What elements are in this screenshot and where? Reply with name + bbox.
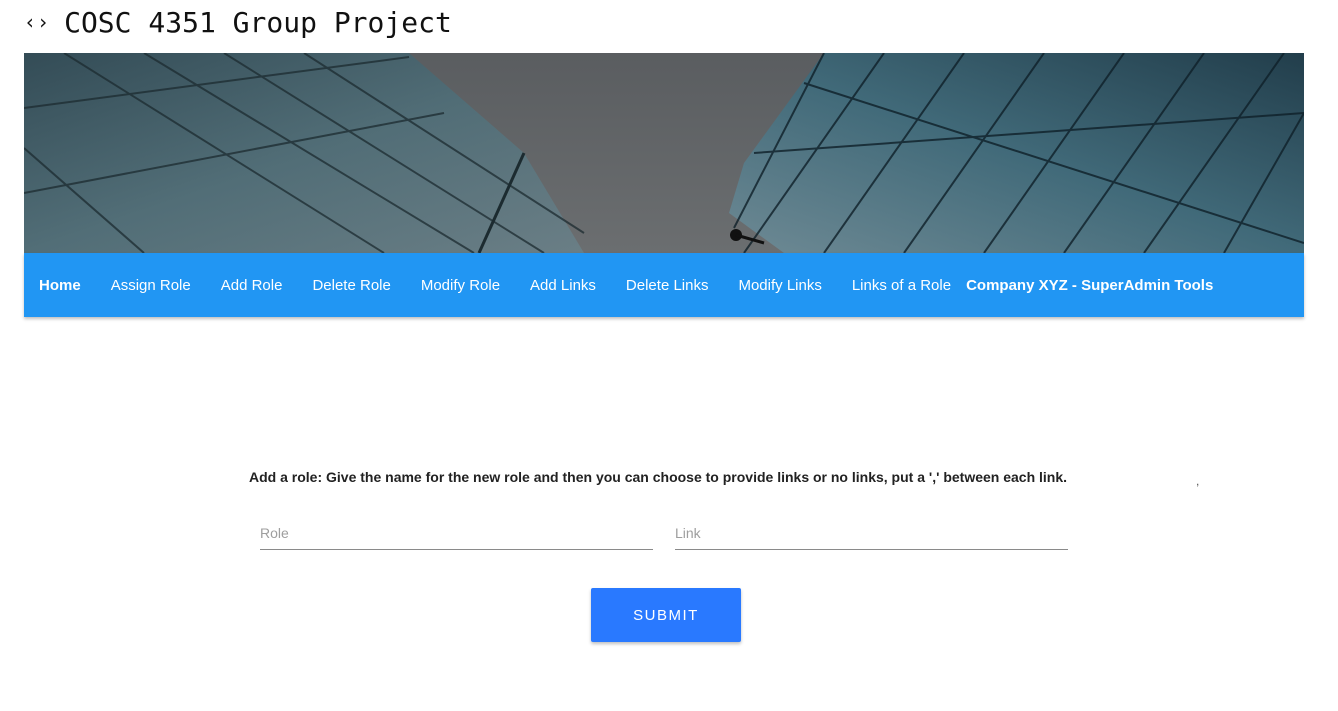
link-input[interactable]: [675, 510, 1068, 550]
nav-home[interactable]: Home: [39, 277, 81, 294]
code-icon: ‹›: [24, 10, 51, 34]
nav-links-of-a-role[interactable]: Links of a Role: [852, 277, 951, 294]
add-role-instructions: Add a role: Give the name for the new ro…: [249, 469, 1068, 485]
nav-add-links[interactable]: Add Links: [530, 277, 596, 294]
submit-button[interactable]: SUBMIT: [591, 588, 741, 642]
nav-modify-links[interactable]: Modify Links: [738, 277, 821, 294]
app-title: ‹› COSC 4351 Group Project: [24, 4, 452, 40]
navbar-brand[interactable]: Company XYZ - SuperAdmin Tools: [966, 277, 1213, 294]
role-input[interactable]: [260, 510, 653, 550]
nav-add-role[interactable]: Add Role: [221, 277, 283, 294]
app-title-text: COSC 4351 Group Project: [64, 5, 452, 39]
nav-assign-role[interactable]: Assign Role: [111, 277, 191, 294]
nav-delete-links[interactable]: Delete Links: [626, 277, 709, 294]
main-navbar: Home Assign Role Add Role Delete Role Mo…: [24, 253, 1304, 317]
stray-comma: ,: [1196, 474, 1200, 488]
header-banner-image: [24, 53, 1304, 253]
nav-delete-role[interactable]: Delete Role: [312, 277, 390, 294]
nav-modify-role[interactable]: Modify Role: [421, 277, 500, 294]
building-glass-facade: [24, 53, 1304, 253]
page: ‹› COSC 4351 Group Project Home Assign R…: [0, 0, 1338, 711]
